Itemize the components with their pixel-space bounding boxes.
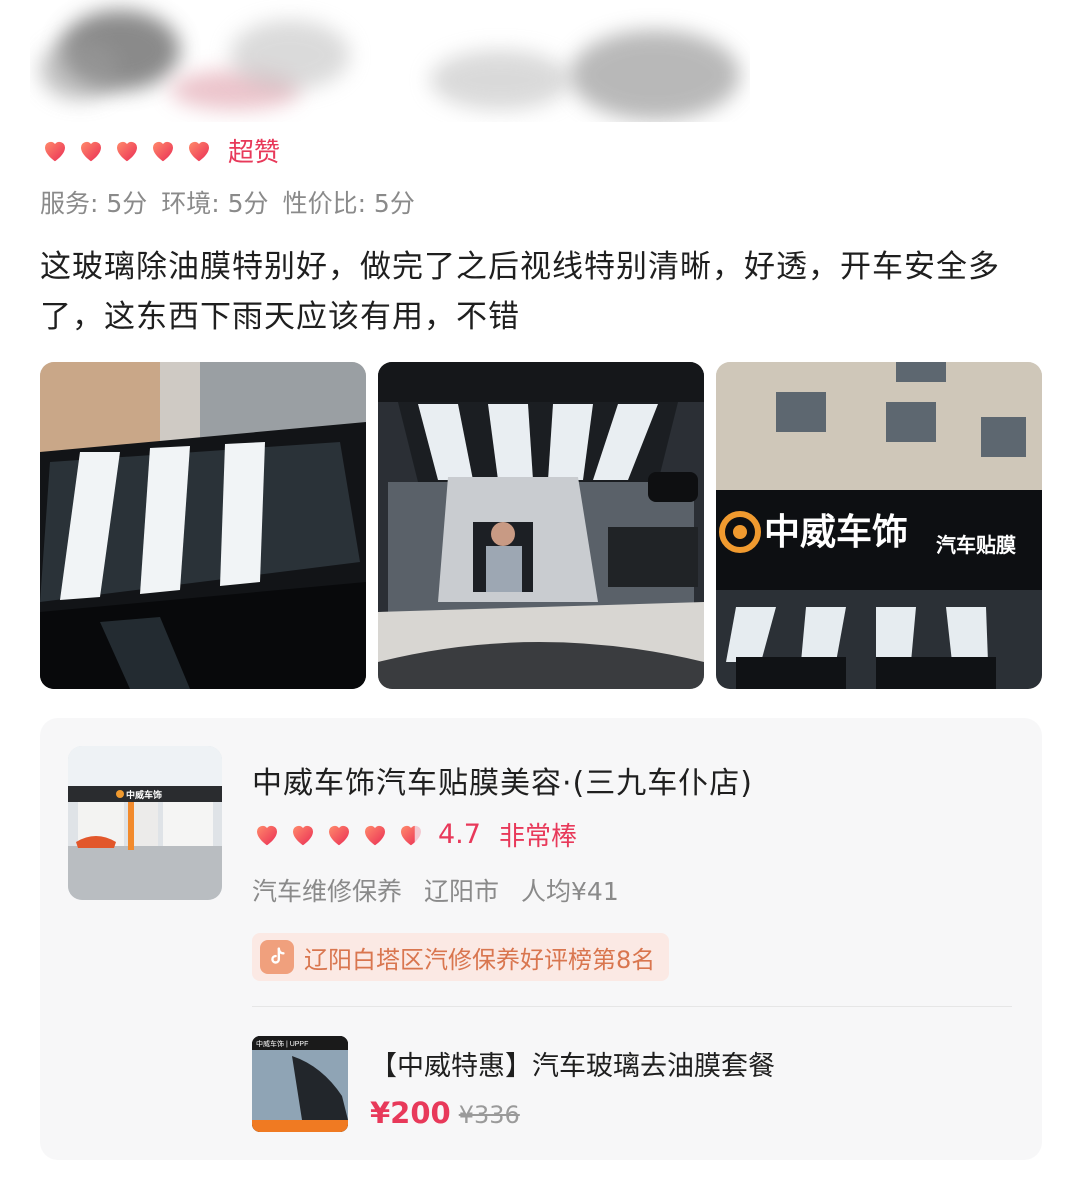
shop-avg-price: 人均¥41 — [521, 877, 619, 906]
rating-label: 超赞 — [228, 137, 281, 168]
rank-badge[interactable]: 辽阳白塔区汽修保养好评榜第8名 — [252, 933, 670, 981]
review-rating: 超赞 — [40, 132, 280, 168]
heart-icon — [189, 141, 209, 162]
deal-thumbnail[interactable]: 中威车饰 | UPPF — [252, 1036, 348, 1132]
shop-score: 4.7 — [438, 818, 481, 850]
divider — [252, 1006, 1012, 1007]
heart-icon — [329, 825, 349, 846]
heart-icon — [153, 141, 173, 162]
sub-scores: 服务: 5分 环境: 5分 性价比: 5分 — [40, 184, 415, 220]
heart-icon — [81, 141, 101, 162]
shop-rating: 4.7 非常棒 — [252, 816, 577, 852]
douyin-icon — [260, 940, 294, 974]
heart-icon — [117, 141, 137, 162]
score-value: 性价比: 5分 — [282, 189, 415, 218]
shop-card[interactable]: 中威车饰 中威车饰汽车贴膜美容·(三九车仆店) 4.7 非常棒 汽车维修保养 辽… — [40, 718, 1042, 1160]
review-text[interactable]: 这玻璃除油膜特别好，做完了之后视线特别清晰，好透，开车安全多了，这东西下雨天应该… — [40, 242, 1040, 342]
heart-half-icon — [401, 825, 421, 846]
heart-icon — [257, 825, 277, 846]
score-environment: 环境: 5分 — [161, 189, 269, 218]
shop-category: 汽车维修保养 — [252, 877, 403, 906]
shop-thumbnail[interactable]: 中威车饰 — [68, 746, 222, 900]
photo-car-windshield[interactable] — [40, 362, 366, 689]
score-service: 服务: 5分 — [40, 189, 148, 218]
deal-price: ¥200 ¥336 — [370, 1096, 520, 1130]
heart-icon — [45, 141, 65, 162]
shop-meta: 汽车维修保养 辽阳市 人均¥41 — [252, 872, 619, 908]
redacted-user-header — [30, 0, 750, 122]
rank-text: 辽阳白塔区汽修保养好评榜第8名 — [304, 945, 656, 974]
photo-storefront-sign[interactable]: 中威车饰 汽车贴膜 — [716, 362, 1042, 689]
storefront-sign-text: 中威车饰 — [764, 511, 908, 552]
heart-icon — [293, 825, 313, 846]
shop-name[interactable]: 中威车饰汽车贴膜美容·(三九车仆店) — [252, 758, 753, 802]
deal-price-original: ¥336 — [458, 1101, 520, 1129]
review-photos: 中威车饰 汽车贴膜 — [40, 362, 1042, 689]
deal-thumb-brand: 中威车饰 | UPPF — [256, 1039, 308, 1048]
heart-icon — [365, 825, 385, 846]
deal-title[interactable]: 【中威特惠】汽车玻璃去油膜套餐 — [370, 1044, 775, 1083]
shop-score-label: 非常棒 — [498, 821, 577, 852]
shop-city: 辽阳市 — [424, 877, 500, 906]
deal-price-current: ¥200 — [370, 1096, 451, 1130]
storefront-sign-sub: 汽车贴膜 — [936, 533, 1016, 557]
photo-workshop-hatchback[interactable] — [378, 362, 704, 689]
shop-thumb-sign: 中威车饰 — [126, 789, 162, 800]
